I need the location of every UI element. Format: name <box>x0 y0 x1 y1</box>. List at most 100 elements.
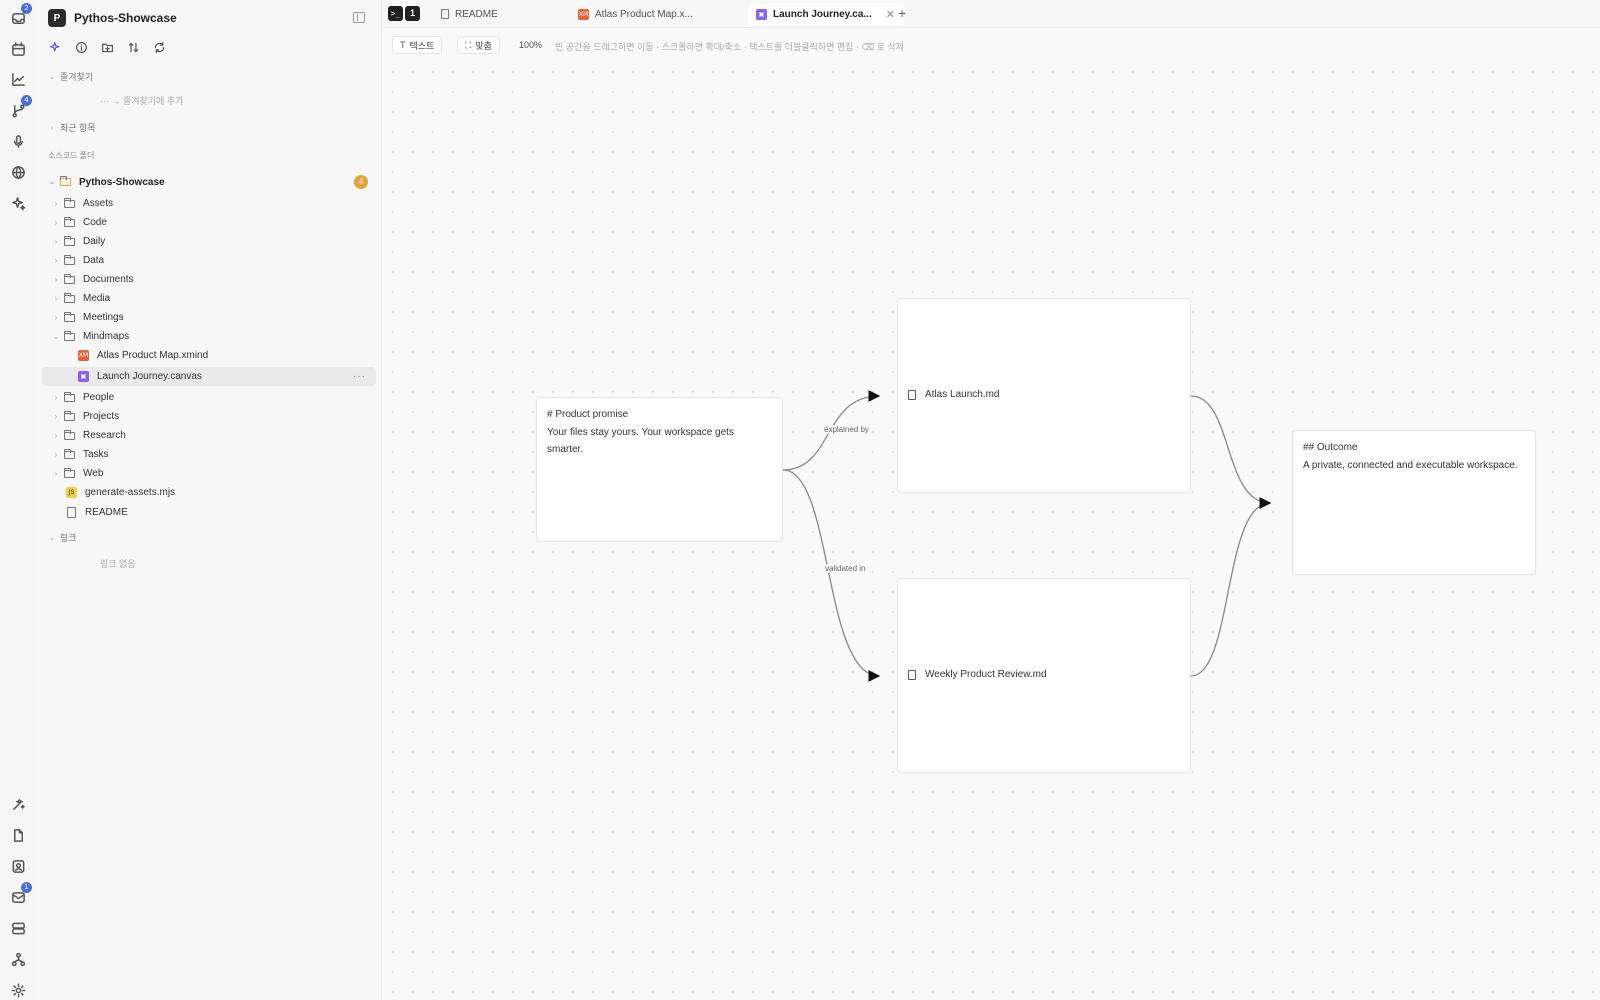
folder-name: Mindmaps <box>83 331 130 342</box>
folder-row-research[interactable]: › Research <box>48 426 376 445</box>
file-node-weekly-product-review[interactable]: Weekly Product Review.md <box>897 578 1191 773</box>
edge-label-explained-by[interactable]: explained by <box>823 425 870 434</box>
sparkle-icon[interactable] <box>8 193 28 213</box>
folder-name: Assets <box>83 198 114 209</box>
root-folder-row[interactable]: ⌄ Pythos-Showcase 4 <box>48 174 376 190</box>
links-section-header[interactable]: ⌄ 링크 <box>48 531 77 544</box>
text-node-product-promise[interactable]: # Product promise Your files stay yours.… <box>536 397 783 542</box>
chevron-right-icon: › <box>54 449 58 459</box>
network-icon[interactable] <box>8 949 28 969</box>
edge-validated-in[interactable] <box>782 469 881 682</box>
chevron-right-icon: › <box>54 392 58 402</box>
text-icon: T <box>400 40 406 50</box>
folder-icon <box>64 273 75 284</box>
folder-name: Data <box>83 255 105 266</box>
mail-icon[interactable]: 1 <box>8 882 32 907</box>
edge-weekly-to-outcome[interactable] <box>1190 497 1272 677</box>
canvas-file-icon: ▣ <box>78 371 89 382</box>
terminal-count-badge[interactable]: 1 <box>405 6 420 21</box>
document-file-icon <box>67 507 76 518</box>
git-badge: 4 <box>21 95 32 106</box>
folder-row-projects[interactable]: › Projects <box>48 407 376 426</box>
globe-icon[interactable] <box>8 162 28 182</box>
file-name: README <box>85 507 128 518</box>
node-body: A private, connected and executable work… <box>1303 460 1518 471</box>
add-text-button[interactable]: T 텍스트 <box>392 36 443 54</box>
xmind-file-icon: XM <box>578 8 589 20</box>
folder-row-meetings[interactable]: › Meetings <box>48 308 376 327</box>
folder-row-data[interactable]: › Data <box>48 251 376 270</box>
folder-name: Web <box>83 468 104 479</box>
links-label: 링크 <box>60 533 77 543</box>
storage-icon[interactable] <box>8 918 28 938</box>
chevron-down-icon: ⌄ <box>52 331 60 341</box>
chevron-right-icon: › <box>54 255 58 265</box>
microphone-icon[interactable] <box>8 131 28 151</box>
ai-sparkle-icon[interactable] <box>48 40 62 54</box>
tab-label: Atlas Product Map.x... <box>595 8 693 20</box>
document-file-icon <box>908 669 916 680</box>
workspace-header[interactable]: P Pythos-Showcase <box>48 9 177 27</box>
folder-row-assets[interactable]: › Assets <box>48 194 376 213</box>
canvas-area[interactable]: explained by validated in # Product prom… <box>383 62 1600 1000</box>
folder-row-web[interactable]: › Web <box>48 464 376 483</box>
sort-icon[interactable] <box>126 40 140 54</box>
collapse-sidebar-icon[interactable] <box>353 12 365 23</box>
inbox-icon[interactable]: 2 <box>8 3 32 28</box>
file-row-readme[interactable]: README <box>48 503 376 522</box>
folder-row-daily[interactable]: › Daily <box>48 232 376 251</box>
calendar-icon[interactable] <box>8 39 28 59</box>
folder-row-media[interactable]: › Media <box>48 289 376 308</box>
favorites-section-header[interactable]: ⌄ 즐겨찾기 <box>48 70 93 83</box>
fit-view-label: 맞춤 <box>475 40 492 51</box>
close-tab-icon[interactable]: ✕ <box>886 8 895 21</box>
git-branch-icon[interactable]: 4 <box>8 95 32 120</box>
folder-row-documents[interactable]: › Documents <box>48 270 376 289</box>
edge-label-validated-in[interactable]: validated in <box>824 564 867 573</box>
edge-atlas-to-outcome[interactable] <box>1190 395 1272 509</box>
more-options-icon[interactable]: ··· <box>353 371 366 382</box>
fit-screen-icon: ⛶ <box>465 39 472 50</box>
chevron-right-icon: › <box>54 293 58 303</box>
new-folder-icon[interactable] <box>100 40 114 54</box>
folder-row-mindmaps[interactable]: ⌄ Mindmaps <box>48 327 376 346</box>
folder-row-people[interactable]: › People <box>48 388 376 407</box>
magic-wand-icon[interactable] <box>8 794 28 814</box>
chevron-right-icon: › <box>54 198 58 208</box>
file-row-atlas-product-map[interactable]: XM Atlas Product Map.xmind <box>48 346 376 365</box>
text-node-outcome[interactable]: ## Outcome A private, connected and exec… <box>1292 430 1536 575</box>
tab-launch-journey[interactable]: ▣ Launch Journey.ca... ✕ <box>748 3 903 25</box>
favorites-empty-hint[interactable]: ··· → 즐겨찾기에 추가 <box>100 94 183 107</box>
tab-label: README <box>455 8 498 20</box>
folder-icon <box>64 197 75 208</box>
terminal-icon[interactable]: >_ <box>388 6 403 21</box>
folder-row-tasks[interactable]: › Tasks <box>48 445 376 464</box>
new-tab-plus-icon[interactable]: + <box>898 5 906 21</box>
chart-icon[interactable] <box>8 69 28 89</box>
contact-icon[interactable] <box>8 856 28 876</box>
file-name: generate-assets.mjs <box>85 487 176 498</box>
folder-name: Documents <box>83 274 134 285</box>
fit-view-button[interactable]: ⛶ 맞춤 <box>457 36 500 54</box>
folder-name: Code <box>83 217 107 228</box>
workspace-name: Pythos-Showcase <box>74 11 177 25</box>
document-icon[interactable] <box>8 825 28 845</box>
refresh-icon[interactable] <box>152 40 166 54</box>
file-node-atlas-launch[interactable]: Atlas Launch.md <box>897 298 1191 493</box>
file-row-launch-journey[interactable]: ▣ Launch Journey.canvas ··· <box>42 367 376 386</box>
tab-atlas-product-map[interactable]: XM Atlas Product Map.x... <box>570 3 701 25</box>
folder-icon <box>64 292 75 303</box>
folder-icon <box>64 448 75 459</box>
chevron-down-icon: ⌄ <box>48 532 56 542</box>
folder-icon <box>64 311 75 322</box>
node-body: Your files stay yours. Your workspace ge… <box>547 427 734 455</box>
file-row-generate-assets[interactable]: JS generate-assets.mjs <box>48 483 376 502</box>
explorer-toolbar <box>48 40 166 54</box>
recent-section-header[interactable]: › 최근 항목 <box>48 121 96 134</box>
settings-gear-icon[interactable] <box>8 980 28 1000</box>
tab-readme[interactable]: README <box>433 3 506 25</box>
info-icon[interactable] <box>74 40 88 54</box>
folder-row-code[interactable]: › Code <box>48 213 376 232</box>
chevron-down-icon: ⌄ <box>48 177 56 186</box>
file-node-label: Atlas Launch.md <box>908 389 1000 400</box>
